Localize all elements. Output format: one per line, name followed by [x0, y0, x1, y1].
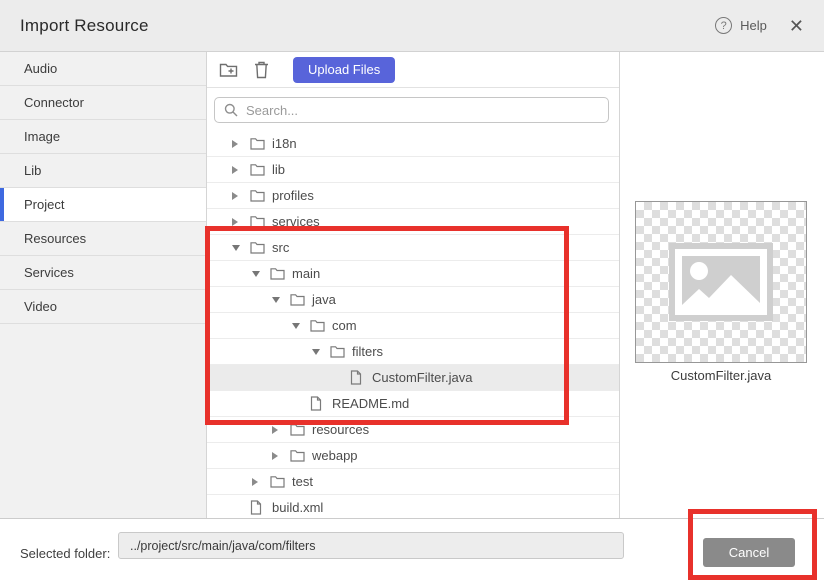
tree-item-label: java: [312, 292, 336, 307]
folder-icon: [250, 241, 265, 254]
tree-item-resources[interactable]: resources: [207, 417, 619, 443]
dialog-title: Import Resource: [20, 16, 149, 36]
caret-down-icon[interactable]: [252, 271, 260, 277]
dialog-body: AudioConnectorImageLibProjectResourcesSe…: [0, 52, 824, 518]
tree-item-label: webapp: [312, 448, 358, 463]
preview-thumbnail: [635, 201, 807, 363]
tree-item-lib[interactable]: lib: [207, 157, 619, 183]
tree-item-label: resources: [312, 422, 369, 437]
preview-filename: CustomFilter.java: [635, 368, 807, 383]
tree-item-label: main: [292, 266, 320, 281]
caret-right-icon[interactable]: [232, 140, 238, 148]
tree-item-label: profiles: [272, 188, 314, 203]
help-icon: ?: [715, 17, 732, 34]
sidebar-item-lib[interactable]: Lib: [0, 154, 206, 188]
tree-item-test[interactable]: test: [207, 469, 619, 495]
search-input[interactable]: [246, 103, 599, 118]
search-box[interactable]: [214, 97, 609, 123]
caret-right-icon[interactable]: [232, 218, 238, 226]
file-browser-panel: Upload Files i18n lib profiles services srcm…: [207, 52, 620, 518]
sidebar-item-resources[interactable]: Resources: [0, 222, 206, 256]
folder-icon: [270, 267, 285, 280]
close-icon[interactable]: ✕: [789, 17, 804, 35]
new-folder-icon: [219, 62, 238, 78]
image-placeholder-icon: [669, 243, 773, 321]
sidebar-item-video[interactable]: Video: [0, 290, 206, 324]
search-row: [207, 88, 619, 131]
tree-item-label: filters: [352, 344, 383, 359]
folder-icon: [270, 475, 285, 488]
dialog-header: Import Resource ? Help ✕: [0, 0, 824, 52]
folder-icon: [310, 319, 325, 332]
tree-item-com[interactable]: com: [207, 313, 619, 339]
folder-icon: [330, 345, 345, 358]
tree-item-profiles[interactable]: profiles: [207, 183, 619, 209]
cancel-button[interactable]: Cancel: [703, 538, 795, 567]
caret-right-icon[interactable]: [232, 192, 238, 200]
upload-files-button[interactable]: Upload Files: [293, 57, 395, 83]
sidebar-item-services[interactable]: Services: [0, 256, 206, 290]
caret-down-icon[interactable]: [292, 323, 300, 329]
dialog-footer: Selected folder: Cancel: [0, 518, 824, 587]
tree-item-label: services: [272, 214, 320, 229]
delete-button[interactable]: [251, 60, 271, 80]
tree-item-main[interactable]: main: [207, 261, 619, 287]
header-actions: ? Help ✕: [715, 17, 804, 35]
folder-icon: [250, 215, 265, 228]
tree-item-filters[interactable]: filters: [207, 339, 619, 365]
tree-item-i18n[interactable]: i18n: [207, 131, 619, 157]
tree-item-readme-md[interactable]: README.md: [207, 391, 619, 417]
new-folder-button[interactable]: [218, 60, 238, 80]
caret-right-icon[interactable]: [272, 426, 278, 434]
tree-item-build-xml[interactable]: build.xml: [207, 495, 619, 518]
tree-item-label: test: [292, 474, 313, 489]
tree-item-label: lib: [272, 162, 285, 177]
sidebar-item-project[interactable]: Project: [0, 188, 206, 222]
folder-icon: [290, 449, 305, 462]
sidebar-item-connector[interactable]: Connector: [0, 86, 206, 120]
folder-icon: [290, 293, 305, 306]
caret-down-icon[interactable]: [312, 349, 320, 355]
caret-down-icon[interactable]: [232, 245, 240, 251]
caret-down-icon[interactable]: [272, 297, 280, 303]
help-label: Help: [740, 18, 767, 33]
sidebar-item-audio[interactable]: Audio: [0, 52, 206, 86]
tree-item-java[interactable]: java: [207, 287, 619, 313]
tree-item-customfilter-java[interactable]: CustomFilter.java: [207, 365, 619, 391]
file-toolbar: Upload Files: [207, 52, 619, 88]
tree-item-label: README.md: [332, 396, 409, 411]
tree-item-src[interactable]: src: [207, 235, 619, 261]
file-icon: [350, 370, 362, 385]
search-icon: [224, 103, 238, 117]
sidebar-item-image[interactable]: Image: [0, 120, 206, 154]
tree-item-webapp[interactable]: webapp: [207, 443, 619, 469]
trash-icon: [254, 61, 269, 79]
selected-folder-label: Selected folder:: [20, 546, 110, 561]
file-tree: i18n lib profiles services srcmain java com fil…: [207, 131, 619, 518]
tree-item-label: CustomFilter.java: [372, 370, 472, 385]
selected-folder-input[interactable]: [118, 532, 624, 559]
help-button[interactable]: ? Help: [715, 17, 767, 34]
file-icon: [310, 396, 322, 411]
caret-right-icon[interactable]: [252, 478, 258, 486]
caret-right-icon[interactable]: [232, 166, 238, 174]
category-sidebar: AudioConnectorImageLibProjectResourcesSe…: [0, 52, 207, 518]
folder-icon: [250, 137, 265, 150]
tree-item-label: i18n: [272, 136, 297, 151]
tree-item-label: build.xml: [272, 500, 323, 515]
tree-item-label: com: [332, 318, 357, 333]
folder-icon: [290, 423, 305, 436]
folder-icon: [250, 189, 265, 202]
caret-right-icon[interactable]: [272, 452, 278, 460]
tree-item-label: src: [272, 240, 289, 255]
folder-icon: [250, 163, 265, 176]
preview-panel: CustomFilter.java: [620, 52, 824, 518]
file-icon: [250, 500, 262, 515]
tree-item-services[interactable]: services: [207, 209, 619, 235]
